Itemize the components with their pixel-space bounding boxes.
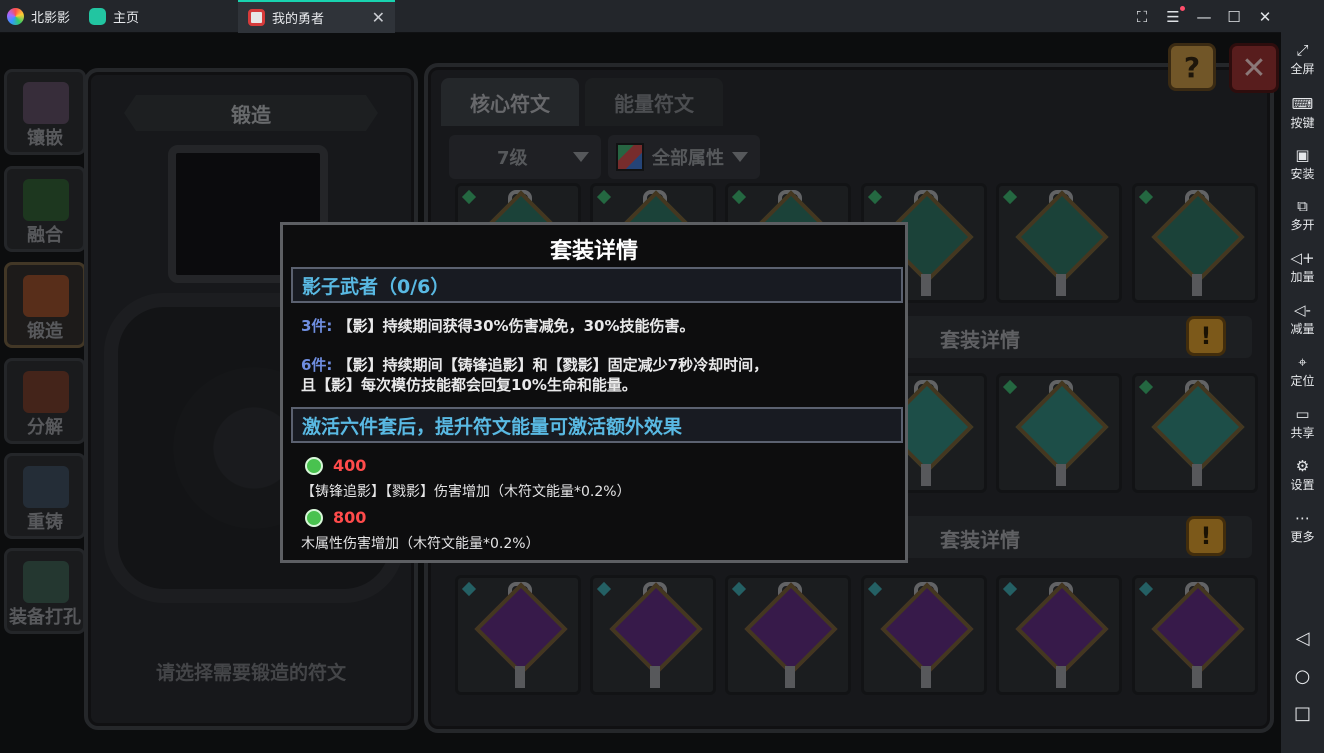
keyboard-icon: ⌨	[1291, 95, 1314, 113]
close-tab-icon[interactable]: ✕	[372, 8, 385, 27]
game-viewport: 镶嵌 融合 锻造 分解 重铸 装备打孔 锻造 请选择需要锻造的符文 核心符文 能…	[0, 33, 1281, 753]
notification-dot	[1180, 6, 1185, 11]
extra-effect-header: 激活六件套后，提升符文能量可激活额外效果	[291, 407, 903, 443]
emulator-app-tab[interactable]: 北影影	[7, 0, 70, 33]
bonus-6-piece: 6件: 【影】持续期间【铸锋追影】和【戮影】固定减少7秒冷却时间，	[301, 356, 769, 374]
extra-effect-2: 木属性伤害增加（木符文能量*0.2%）	[301, 536, 540, 552]
set-detail-modal: 套装详情 影子武者（0/6） 3件: 【影】持续期间获得30%伤害减免，30%技…	[280, 222, 908, 563]
sidebar-item-volume-up[interactable]: ◁+ 加量	[1281, 248, 1324, 285]
sidebar-item-location[interactable]: ⌖ 定位	[1281, 352, 1324, 389]
emulator-app-name: 北影影	[31, 11, 71, 26]
back-icon[interactable]: ◁	[1281, 628, 1324, 649]
game-app-icon	[248, 9, 265, 26]
emulator-logo-icon	[7, 8, 24, 25]
home-tab[interactable]: 主页	[89, 0, 139, 33]
volume-up-icon: ◁+	[1290, 249, 1315, 267]
home-icon	[89, 8, 106, 25]
volume-down-icon: ◁-	[1294, 301, 1311, 319]
wood-energy-icon	[305, 456, 323, 475]
home-circle-icon[interactable]: ○	[1281, 666, 1324, 687]
set-name-header: 影子武者（0/6）	[291, 267, 903, 303]
sidebar-item-multi[interactable]: ⧉ 多开	[1281, 196, 1324, 233]
fullscreen-icon: ⤢	[1296, 41, 1309, 59]
close-window-icon[interactable]: ✕	[1250, 0, 1280, 33]
bonus-3-piece: 3件: 【影】持续期间获得30%伤害减免，30%技能伤害。	[301, 317, 695, 335]
screenshot-crop-icon[interactable]: ⛶	[1127, 0, 1157, 33]
minimize-icon[interactable]: —	[1189, 0, 1219, 33]
sidebar-item-share[interactable]: ▭ 共享	[1281, 404, 1324, 441]
more-icon: ⋯	[1295, 509, 1310, 527]
emulator-title-bar: 北影影 主页 我的勇者 ✕ ⛶ ☰ — ☐ ✕ ‹‹‹	[0, 0, 1324, 33]
apk-install-icon: ▣	[1295, 146, 1310, 164]
modal-title: 套装详情	[549, 239, 638, 264]
wood-energy-icon	[305, 508, 323, 527]
maximize-icon[interactable]: ☐	[1219, 0, 1249, 33]
sidebar-item-keymap[interactable]: ⌨ 按键	[1281, 94, 1324, 131]
sidebar-item-more[interactable]: ⋯ 更多	[1281, 508, 1324, 545]
recents-icon[interactable]: □	[1281, 703, 1324, 724]
bonus-6-piece-cont: 且【影】每次模仿技能都会回复10%生命和能量。	[301, 376, 637, 394]
sidebar-item-fullscreen[interactable]: ⤢ 全屏	[1281, 40, 1324, 77]
energy-threshold-1: 400	[305, 456, 366, 475]
sidebar-item-install[interactable]: ▣ 安装	[1281, 145, 1324, 182]
sidebar-item-settings[interactable]: ⚙ 设置	[1281, 456, 1324, 493]
game-tab[interactable]: 我的勇者 ✕	[238, 0, 395, 33]
energy-threshold-2: 800	[305, 508, 366, 527]
location-icon: ⌖	[1298, 353, 1307, 371]
emulator-sidebar: ⤢ 全屏 ⌨ 按键 ▣ 安装 ⧉ 多开 ◁+ 加量 ◁- 减量 ⌖ 定位 ▭ 共享 ⚙ 设置 ⋯ 更…	[1281, 0, 1324, 753]
menu-icon[interactable]: ☰	[1158, 0, 1188, 33]
folder-icon: ▭	[1295, 405, 1310, 423]
settings-icon: ⚙	[1295, 457, 1310, 475]
home-tab-label: 主页	[113, 11, 140, 26]
extra-effect-1: 【铸锋追影】【戮影】伤害增加（木符文能量*0.2%）	[301, 484, 631, 500]
multi-instance-icon: ⧉	[1297, 197, 1308, 215]
sidebar-item-volume-down[interactable]: ◁- 减量	[1281, 300, 1324, 337]
game-tab-label: 我的勇者	[272, 12, 325, 27]
